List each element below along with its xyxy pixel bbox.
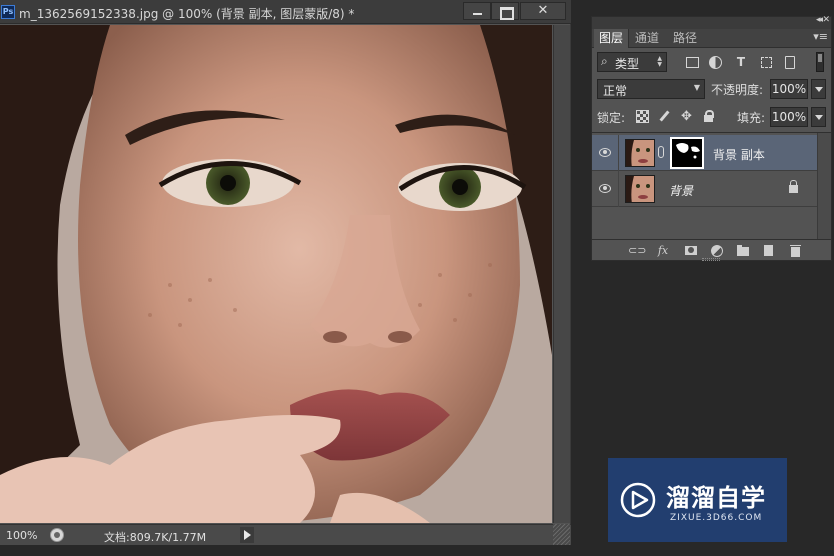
mask-image	[672, 139, 702, 167]
portrait-photo	[0, 25, 552, 523]
opacity-slider-dropdown[interactable]	[811, 79, 826, 99]
layers-list: 背景 副本 背景	[592, 132, 831, 240]
zoom-level[interactable]: 100%	[6, 529, 37, 542]
status-options-icon[interactable]	[50, 528, 64, 542]
layers-panel: ◂◂ ✕ 图层 通道 路径 ▾≡ ⌕ 类型 ▲ ▼ T 正常 ▼ 不透明度: 10…	[591, 15, 832, 261]
status-menu-arrow-icon[interactable]	[240, 527, 254, 543]
watermark: 溜溜自学 ZIXUE.3D66.COM	[608, 458, 787, 542]
lock-image-pixels-brush-icon[interactable]	[658, 110, 671, 123]
layer-row-background[interactable]: 背景	[592, 171, 817, 207]
filter-kind-label: 类型	[615, 57, 640, 71]
panel-close-icon[interactable]: ✕	[822, 15, 830, 25]
maximize-button[interactable]	[491, 2, 519, 20]
play-logo-icon	[620, 482, 656, 518]
lock-all-icon[interactable]	[702, 110, 715, 123]
filter-pixel-layers-icon[interactable]	[685, 55, 699, 69]
thumbnail-image	[626, 176, 654, 202]
tab-paths[interactable]: 路径	[668, 29, 702, 48]
layer-name: 背景 副本	[713, 148, 765, 162]
document-window: Ps m_1362569152338.jpg @ 100% (背景 副本, 图层…	[0, 0, 571, 545]
fill-label: 填充:	[737, 111, 766, 125]
updown-arrows-icon: ▲ ▼	[657, 55, 662, 68]
filter-smart-objects-icon[interactable]	[782, 55, 796, 69]
layer-row-background-copy[interactable]: 背景 副本	[592, 135, 817, 171]
vertical-scrollbar[interactable]	[553, 25, 570, 523]
blend-mode-select[interactable]: 正常 ▼	[597, 79, 705, 99]
fill-slider-dropdown[interactable]	[811, 107, 826, 127]
document-size-info: 文档:809.7K/1.77M	[104, 531, 207, 544]
layer-thumbnail[interactable]	[625, 139, 655, 167]
document-title: m_1362569152338.jpg @ 100% (背景 副本, 图层蒙版/…	[19, 7, 355, 21]
minimize-button[interactable]	[463, 2, 491, 20]
new-layer-icon[interactable]	[762, 244, 776, 257]
fill-input[interactable]: 100%	[770, 107, 808, 127]
close-icon: ✕	[537, 3, 549, 18]
filter-adjustment-layers-icon[interactable]	[708, 55, 722, 69]
panel-footer: ⊂⊃ fx	[592, 239, 831, 260]
mask-link-chain-icon[interactable]	[658, 146, 664, 158]
tab-channels[interactable]: 通道	[630, 29, 664, 48]
image-canvas[interactable]	[0, 25, 552, 523]
layer-thumbnail[interactable]	[625, 175, 655, 203]
link-layers-icon[interactable]: ⊂⊃	[628, 244, 646, 257]
panel-menu-icon[interactable]: ▾≡	[813, 30, 828, 43]
trash-icon[interactable]	[789, 244, 803, 257]
fx-icon[interactable]: fx	[656, 244, 670, 257]
tab-layers[interactable]: 图层	[594, 29, 630, 48]
photoshop-logo-icon: Ps	[1, 5, 15, 19]
divider	[618, 135, 619, 171]
panel-header[interactable]: ◂◂ ✕	[592, 15, 831, 29]
layer-mask-thumbnail[interactable]	[670, 137, 704, 169]
visibility-eye-icon[interactable]	[599, 184, 611, 193]
layer-filter-select[interactable]: ⌕ 类型 ▲ ▼	[597, 52, 667, 72]
watermark-brand: 溜溜自学	[666, 484, 766, 512]
filter-shape-layers-icon[interactable]	[759, 55, 773, 69]
panel-resize-grip[interactable]	[702, 258, 720, 261]
search-icon: ⌕	[601, 54, 608, 68]
thumbnail-image	[626, 140, 654, 166]
document-titlebar[interactable]: Ps m_1362569152338.jpg @ 100% (背景 副本, 图层…	[0, 0, 571, 24]
panel-tab-bar: 图层 通道 路径 ▾≡	[592, 29, 831, 48]
opacity-input[interactable]: 100%	[770, 79, 808, 99]
watermark-url: ZIXUE.3D66.COM	[670, 513, 763, 523]
blend-mode-value: 正常	[603, 84, 628, 98]
filter-type-layers-icon[interactable]: T	[734, 55, 748, 69]
visibility-eye-icon[interactable]	[599, 148, 611, 157]
close-button[interactable]: ✕	[520, 2, 566, 20]
layers-list-scrollbar[interactable]	[817, 133, 831, 240]
chevron-down-icon: ▼	[693, 83, 700, 92]
collapse-panel-icon[interactable]: ◂◂	[816, 15, 823, 25]
lock-label: 锁定:	[597, 111, 626, 125]
lock-transparent-pixels-icon[interactable]	[636, 110, 649, 123]
layer-name: 背景	[669, 184, 694, 198]
filter-toggle-switch[interactable]	[816, 52, 824, 72]
divider	[618, 171, 619, 207]
adjustment-layer-icon[interactable]	[710, 244, 724, 257]
layer-locked-icon[interactable]	[789, 180, 798, 193]
add-mask-icon[interactable]	[684, 244, 698, 257]
opacity-label: 不透明度:	[711, 83, 764, 97]
new-group-folder-icon[interactable]	[736, 244, 750, 257]
resize-grip[interactable]	[553, 524, 570, 545]
lock-position-move-icon[interactable]: ✥	[680, 110, 693, 123]
status-bar: 100% 文档:809.7K/1.77M	[0, 524, 571, 545]
